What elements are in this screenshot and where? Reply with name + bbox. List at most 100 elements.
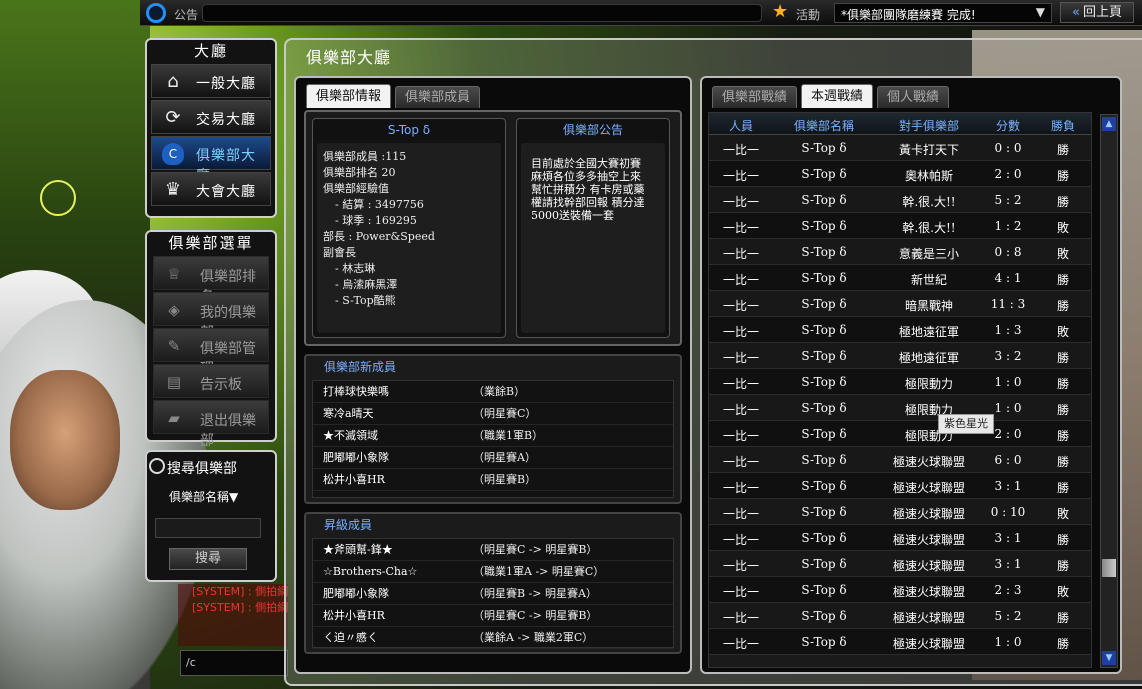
list-item[interactable]: ㄑ迫〃慼ㄑ （業餘A -> 職業2軍C） [313,627,673,649]
list-item[interactable]: 松井小喜HR （明星賽C -> 明星賽B） [313,605,673,627]
tab-club-members[interactable]: 俱樂部成員 [395,86,481,108]
table-row[interactable]: 一比一 S-Top δ 新世紀 4 : 1 勝 [709,265,1091,291]
chat-input[interactable]: /c [180,650,288,676]
chat-line: [SYSTEM] : 側拍網 [192,585,288,598]
board-icon: ▤ [166,373,182,391]
info-area: S-Top δ 俱樂部成員 :115 俱樂部排名 20 俱樂部經驗值 - 結算 : 3… [304,110,682,346]
table-row[interactable]: 一比一 S-Top δ 極地遠征軍 1 : 3 敗 [709,317,1091,343]
club-info-line: 俱樂部經驗值 [323,182,389,195]
table-row[interactable]: 一比一 S-Top δ 暗黑戰神 11 : 3 勝 [709,291,1091,317]
hall-nav: 大廳 ⌂ 一般大廳 ⟳ 交易大廳 C 俱樂部大廳 ♛ 大會大廳 [145,38,277,218]
member-cell: 一比一 [722,559,759,573]
table-row[interactable]: 一比一 S-Top δ 幹.很.大!! 1 : 2 敗 [709,213,1091,239]
table-row[interactable]: 一比一 S-Top δ 黃卡打天下 0 : 0 勝 [709,135,1091,161]
tab-personal-record[interactable]: 個人戰績 [877,86,950,108]
hall-item-tournament[interactable]: ♛ 大會大廳 [151,172,271,206]
list-item[interactable]: 肥嘟嘟小象隊 （明星賽A） [313,447,673,469]
menu-item-club-ranking[interactable]: ♕ 俱樂部排名 [153,256,269,305]
gear-icon: ✎ [167,337,181,355]
top-bar: 公告 ★ 活動 *俱樂部團隊磨練賽 完成! ▼ «回上頁 [140,0,1142,26]
member-name: 肥嘟嘟小象隊 [323,451,389,464]
table-row[interactable]: 一比一 S-Top δ 幹.很.大!! 5 : 2 勝 [709,187,1091,213]
member-cell: 一比一 [722,195,759,209]
table-row[interactable]: 一比一 S-Top δ 極限動力 1 : 0勝 [709,369,1091,395]
table-row[interactable]: 一比一 S-Top δ 奧林帕斯 2 : 0 勝 [709,161,1091,187]
member-cell: 一比一 [722,247,759,261]
club-results-panel: 俱樂部戰績 本週戰績 個人戰績 人員 俱樂部名稱 對手俱樂部 分數 勝負 一比一 S-… [700,76,1122,674]
member-cell: 一比一 [722,325,759,339]
member-name: ㄑ迫〃慼ㄑ [323,631,378,644]
score-cell: 3 : 2 [994,349,1022,363]
menu-item-leave-club[interactable]: ▰ 退出俱樂部 [153,400,269,449]
table-row[interactable]: 一比一 S-Top δ 極速火球聯盟 2 : 3 敗 [709,577,1091,603]
opponent-cell: 極速火球聯盟 [892,585,965,599]
tab-weekly-record[interactable]: 本週戰績 [801,84,874,108]
scroll-down-icon[interactable]: ▼ [1102,651,1116,665]
opponent-cell: 極速火球聯盟 [892,559,965,573]
table-row[interactable]: 一比一 S-Top δ 極速火球聯盟 3 : 1 勝 [709,525,1091,551]
results-scrollbar[interactable]: ▲ ▼ [1100,114,1118,668]
list-item[interactable]: 打棒球快樂嗎 （業餘B） [313,381,673,403]
opponent-cell: 極地遠征軍 [898,325,959,339]
search-type-select[interactable]: 俱樂部名稱▼ [169,488,238,505]
search-input[interactable] [155,518,261,538]
member-name: ☆Brothers-Cha☆ [323,565,418,578]
opponent-cell: 暗黑戰神 [904,299,953,313]
hall-item-general[interactable]: ⌂ 一般大廳 [151,64,271,98]
list-item[interactable]: ★不滅領域 （職業1軍B） [313,425,673,447]
table-row[interactable]: 一比一 S-Top δ 極速火球聯盟 3 : 1 勝 [709,473,1091,499]
club-search: 搜尋俱樂部 俱樂部名稱▼ 搜尋 [145,450,277,582]
list-item[interactable]: ☆Brothers-Cha☆ （職業1軍A -> 明星賽C） [313,561,673,583]
club-cell: S-Top δ [801,479,847,493]
opponent-cell: 極速火球聯盟 [892,637,965,651]
member-rank: （明星賽C -> 明星賽B） [473,609,598,622]
list-item[interactable]: ★斧頭幫-鋒★ （明星賽C -> 明星賽B） [313,539,673,561]
scroll-thumb[interactable] [1102,559,1116,577]
list-item[interactable]: 肥嘟嘟小象隊 （明星賽B -> 明星賽A） [313,583,673,605]
hall-item-club[interactable]: C 俱樂部大廳 [151,136,271,184]
member-rank: （明星賽C -> 明星賽B） [473,543,598,556]
table-row[interactable]: 一比一 S-Top δ 極速火球聯盟 6 : 0 勝 [709,447,1091,473]
table-row[interactable]: 一比一 S-Top δ 極限動力 1 : 0勝 [709,395,1091,421]
search-button[interactable]: 搜尋 [169,548,247,570]
crown-icon: ♕ [167,265,181,283]
score-cell: 0 : 8 [994,245,1022,259]
table-row[interactable]: 一比一 S-Top δ 極地遠征軍 3 : 2 勝 [709,343,1091,369]
score-cell: 3 : 1 [994,557,1022,571]
table-row[interactable]: 一比一 S-Top δ 極速火球聯盟 5 : 2 勝 [709,603,1091,629]
opponent-cell: 幹.很.大!! [902,195,956,209]
tab-club-info[interactable]: 俱樂部情報 [306,84,392,108]
chevron-down-icon: ▼ [1035,5,1045,19]
opponent-cell: 極速火球聯盟 [892,611,965,625]
member-name: 松井小喜HR [323,609,385,622]
list-item[interactable]: 寒冷a晴天 （明星賽C） [313,403,673,425]
column-header-opponent: 對手俱樂部 [898,119,959,133]
menu-item-my-club[interactable]: ◈ 我的俱樂部 [153,292,269,341]
result-cell: 勝 [1056,611,1069,625]
club-cell: S-Top δ [801,583,847,597]
scroll-up-icon[interactable]: ▲ [1102,117,1116,131]
member-cell: 一比一 [722,377,759,391]
result-cell: 勝 [1056,403,1069,417]
score-cell: 1 : 2 [994,219,1022,233]
opponent-cell: 極地遠征軍 [898,351,959,365]
menu-item-club-manage[interactable]: ✎ 俱樂部管理 [153,328,269,377]
table-row[interactable]: 一比一 S-Top δ 極速火球聯盟 0 : 10 敗 [709,499,1091,525]
table-row[interactable]: 一比一 S-Top δ 意義是三小 0 : 8 敗 [709,239,1091,265]
activity-select[interactable]: *俱樂部團隊磨練賽 完成! ▼ [834,3,1052,23]
club-shield-icon: C [162,143,184,165]
club-info-panel: 俱樂部情報 俱樂部成員 S-Top δ 俱樂部成員 :115 俱樂部排名 20 俱樂部… [294,76,692,674]
table-row[interactable]: 一比一 S-Top δ 極限動力 2 : 0勝 [709,421,1091,447]
club-info-line: 部長 : Power&Speed [323,230,435,243]
new-members-list: 俱樂部新成員 打棒球快樂嗎 （業餘B） 寒冷a晴天 （明星賽C） ★不滅領域 （職業1軍B… [304,354,682,504]
table-row[interactable]: 一比一 S-Top δ 極速火球聯盟 1 : 0 勝 [709,629,1091,655]
list-item[interactable]: 松井小喜HR （明星賽B） [313,469,673,491]
menu-item-board[interactable]: ▤ 告示板 [153,364,269,398]
hall-item-trade[interactable]: ⟳ 交易大廳 [151,100,271,134]
back-button[interactable]: «回上頁 [1060,2,1134,23]
shield-icon: ◈ [168,301,180,319]
member-cell: 一比一 [722,455,759,469]
member-cell: 一比一 [722,299,759,313]
tab-club-record[interactable]: 俱樂部戰績 [712,86,798,108]
table-row[interactable]: 一比一 S-Top δ 極速火球聯盟 3 : 1 勝 [709,551,1091,577]
